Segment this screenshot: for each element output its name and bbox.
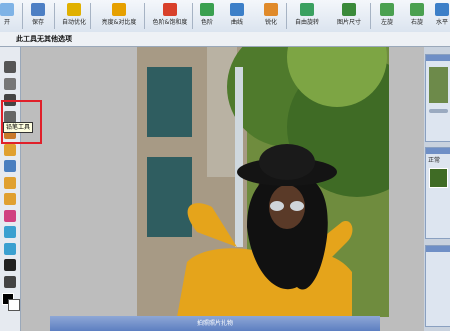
blend-mode-select[interactable]: 正常 <box>426 154 450 165</box>
highlight-box <box>1 100 42 144</box>
toolbar-separator <box>144 3 145 29</box>
toolbar-button-label: 保存 <box>31 19 44 26</box>
toolbar-button[interactable]: 水平 <box>434 0 450 32</box>
layers-panel: 正常 <box>425 147 450 239</box>
toolbar: 开 保存 自动优化 亮度&对比度 色阶&饱和度 色阶 曲线 锐化 自由旋转 图片尺寸 左旋 右旋 水平 <box>0 0 450 33</box>
toolbar-button-label: 色阶&饱和度 <box>152 19 188 26</box>
dropper-tool-icon[interactable] <box>4 160 16 172</box>
toolbar-button-label: 水平 <box>435 19 448 26</box>
toolbar-button[interactable]: 亮度&对比度 <box>94 0 144 32</box>
toolbar-button[interactable]: 左旋 <box>374 0 400 32</box>
toolbar-button[interactable]: 开 <box>0 0 14 32</box>
resize-icon <box>342 3 356 16</box>
toolbar-button-label: 曲线 <box>230 19 243 26</box>
save-icon <box>31 3 45 16</box>
photo-canvas[interactable] <box>137 47 389 317</box>
open-icon <box>0 3 14 16</box>
toolbar-button-label: 锐化 <box>264 19 277 26</box>
toolbar-button-label: 开 <box>3 19 10 26</box>
toolbar-button-label: 自动优化 <box>61 19 86 26</box>
tool-panel <box>0 47 21 331</box>
toolbar-separator <box>90 3 91 29</box>
navigator-panel-header[interactable] <box>426 55 450 61</box>
sharpen-tool-icon[interactable] <box>4 242 16 255</box>
levels-icon <box>163 3 177 16</box>
flip-icon <box>435 3 449 16</box>
move-tool-icon[interactable] <box>4 61 16 73</box>
zoom-tool-icon[interactable] <box>4 275 16 288</box>
bucket-tool-icon[interactable] <box>4 143 16 156</box>
history-panel-header[interactable] <box>426 246 450 252</box>
layer-thumbnail[interactable] <box>429 168 448 188</box>
toolbar-button-label: 色阶 <box>200 19 213 26</box>
toolbar-button-label: 图片尺寸 <box>336 19 361 26</box>
background-color-swatch[interactable] <box>8 299 20 311</box>
image-title-strip: 拍照照片扎物 <box>50 316 380 331</box>
type-tool-icon[interactable] <box>4 259 16 271</box>
curves-icon <box>200 3 214 16</box>
toolbar-button[interactable]: 保存 <box>26 0 50 32</box>
navigator-thumbnail[interactable] <box>429 67 448 103</box>
brightness-icon <box>112 3 126 16</box>
sharpen-icon <box>264 3 278 16</box>
toolbar-button[interactable]: 自动优化 <box>58 0 90 32</box>
toolbar-button[interactable]: 色阶 <box>196 0 218 32</box>
rotate-right-icon <box>410 3 424 16</box>
toolbar-separator <box>370 3 371 29</box>
tool-options-text: 此工具无其他选项 <box>16 35 72 43</box>
toolbar-button[interactable]: 锐化 <box>256 0 286 32</box>
toolbar-button[interactable]: 自由旋转 <box>290 0 324 32</box>
toolbar-button-label: 自由旋转 <box>294 19 319 26</box>
tool-options-bar: 此工具无其他选项 <box>0 32 450 47</box>
rotate-left-icon <box>380 3 394 16</box>
toolbar-button-label: 亮度&对比度 <box>101 19 137 26</box>
toolbar-button-label: 右旋 <box>410 19 423 26</box>
toolbar-button[interactable]: 图片尺寸 <box>328 0 370 32</box>
right-panel-column: 正常 <box>424 47 450 331</box>
graph-icon <box>230 3 244 16</box>
eraser-tool-icon[interactable] <box>4 176 16 189</box>
toolbar-separator <box>192 3 193 29</box>
photo-image <box>137 47 389 317</box>
navigator-panel <box>425 54 450 142</box>
toolbar-button[interactable]: 色阶&饱和度 <box>148 0 192 32</box>
toolbar-button[interactable]: 曲线 <box>222 0 252 32</box>
toolbar-separator <box>22 3 23 29</box>
toolbar-separator <box>54 3 55 29</box>
image-title-text: 拍照照片扎物 <box>196 320 233 327</box>
blur-tool-icon[interactable] <box>4 226 16 238</box>
rotate-icon <box>300 3 314 16</box>
lasso-tool-icon[interactable] <box>4 77 16 90</box>
smudge-tool-icon[interactable] <box>4 193 16 205</box>
zoom-slider[interactable] <box>429 109 448 113</box>
history-panel <box>425 245 450 327</box>
lens-tool-icon[interactable] <box>4 209 16 222</box>
toolbar-button[interactable]: 右旋 <box>404 0 430 32</box>
toolbar-separator <box>286 3 287 29</box>
toolbar-button-label: 左旋 <box>380 19 393 26</box>
wand-icon <box>67 3 81 16</box>
